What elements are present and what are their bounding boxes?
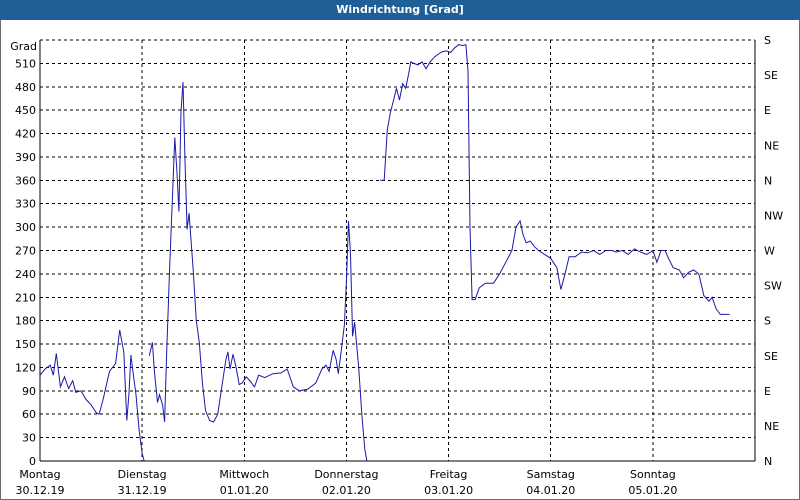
x-tick-day-label: Freitag xyxy=(430,468,468,481)
series-line xyxy=(148,82,368,461)
wind-direction-chart: Grad 0 30 60 90 120 150 180 210 240 270 300 330 360 39… xyxy=(10,34,783,497)
y-tick-label: 60 xyxy=(22,408,36,421)
x-tick-date-label: 03.01.20 xyxy=(424,484,473,497)
y-tick-label: 120 xyxy=(15,361,36,374)
series-line xyxy=(40,329,145,461)
compass-tick-label: SW xyxy=(764,280,782,293)
compass-tick-label: E xyxy=(764,385,771,398)
y-tick-label: 510 xyxy=(15,57,36,70)
x-tick-date-label: 30.12.19 xyxy=(16,484,65,497)
x-tick-day-label: Mittwoch xyxy=(219,468,269,481)
y-tick-label: 450 xyxy=(15,104,36,117)
compass-tick-label: W xyxy=(764,245,775,258)
y-tick-label: 0 xyxy=(29,455,36,468)
x-tick-day-label: Donnerstag xyxy=(314,468,378,481)
x-tick-day-label: Dienstag xyxy=(118,468,167,481)
y-tick-label: 210 xyxy=(15,291,36,304)
grid xyxy=(40,39,755,461)
x-tick-day-label: Sonntag xyxy=(630,468,676,481)
compass-tick-label: NW xyxy=(764,209,783,222)
compass-tick-label: S xyxy=(764,315,771,328)
compass-tick-label: SE xyxy=(764,69,778,82)
y-tick-label: 420 xyxy=(15,128,36,141)
compass-tick-label: E xyxy=(764,104,771,117)
compass-tick-label: S xyxy=(764,34,771,47)
y-tick-label: 240 xyxy=(15,268,36,281)
y-axis-title: Grad xyxy=(10,40,37,53)
series-layer xyxy=(40,44,730,461)
compass-tick-label: NE xyxy=(764,139,779,152)
x-tick-date-label: 31.12.19 xyxy=(118,484,167,497)
compass-tick-label: NE xyxy=(764,420,779,433)
y-tick-label: 300 xyxy=(15,221,36,234)
x-tick-day-label: Montag xyxy=(19,468,60,481)
compass-tick-label: SE xyxy=(764,350,778,363)
x-tick-date-label: 02.01.20 xyxy=(322,484,371,497)
x-tick-date-label: 01.01.20 xyxy=(220,484,269,497)
axis-labels: Grad 0 30 60 90 120 150 180 210 240 270 300 330 360 39… xyxy=(10,34,783,497)
compass-tick-label: N xyxy=(764,455,772,468)
y-tick-label: 30 xyxy=(22,432,36,445)
y-tick-label: 330 xyxy=(15,198,36,211)
y-tick-label: 360 xyxy=(15,174,36,187)
y-tick-label: 90 xyxy=(22,385,36,398)
y-tick-label: 480 xyxy=(15,81,36,94)
compass-tick-label: N xyxy=(764,174,772,187)
x-tick-date-label: 05.01.20 xyxy=(628,484,677,497)
x-tick-date-label: 04.01.20 xyxy=(526,484,575,497)
y-tick-label: 390 xyxy=(15,151,36,164)
y-tick-label: 180 xyxy=(15,315,36,328)
y-tick-label: 150 xyxy=(15,338,36,351)
x-tick-day-label: Samstag xyxy=(527,468,575,481)
y-tick-label: 270 xyxy=(15,245,36,258)
